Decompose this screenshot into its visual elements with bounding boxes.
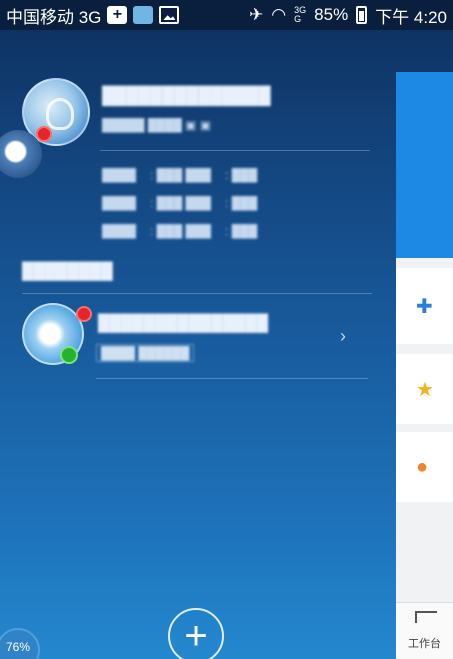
battery-icon [356,6,368,24]
notification-plus-icon: + [107,6,128,24]
unread-badge [36,126,52,142]
divider [22,293,372,294]
float-percent-badge[interactable]: 76% [0,628,40,659]
stat-row: ████: ███ ███: ███ [102,224,258,238]
status-bar: 中国移动 3G + ✈ ◠ 3G G 85% 下午 4:20 [0,0,453,30]
home-icon: ⌂ [414,611,437,631]
mini-avatar[interactable] [0,130,42,178]
divider [96,378,368,379]
side-item-person[interactable]: ● [396,432,453,502]
side-panel-header [396,72,453,258]
person-icon: ● [416,455,429,478]
account-name: ██████████████ [102,86,271,105]
workbench-tab[interactable]: ⌂ 工作台 [396,602,453,659]
wifi-icon: ◠ [271,5,287,24]
app-notification-icon [133,6,154,24]
star-icon: ★ [416,378,434,401]
divider [100,150,370,151]
chevron-right-icon[interactable]: › [340,326,346,347]
side-panel: ✚ ★ ● ⌂ 工作台 [396,72,453,659]
carrier-label: 中国移动 3G [6,7,102,27]
list-item-tag: ████ ██████ [96,344,195,362]
add-button[interactable]: + [168,608,224,659]
unread-badge [76,306,92,322]
online-badge [60,346,78,364]
side-item-star[interactable]: ★ [396,354,453,424]
puzzle-icon: ✚ [416,295,433,318]
image-notification-icon [159,6,180,24]
stat-row: ████: ███ ███: ███ [102,168,258,182]
battery-percent: 85% [314,5,349,24]
clock: 下午 4:20 [375,7,447,27]
signal-icon: 3G G [294,5,307,24]
side-item-puzzle[interactable]: ✚ [396,268,453,344]
section-title: ████████ [22,263,113,280]
workbench-label: 工作台 [408,638,441,650]
list-item-title[interactable]: ███████████████ [98,315,268,333]
mute-icon: ✈ [249,5,264,24]
account-subtitle: █████ ████ ▣ ▣ [102,118,212,132]
stat-row: ████: ███ ███: ███ [102,196,258,210]
